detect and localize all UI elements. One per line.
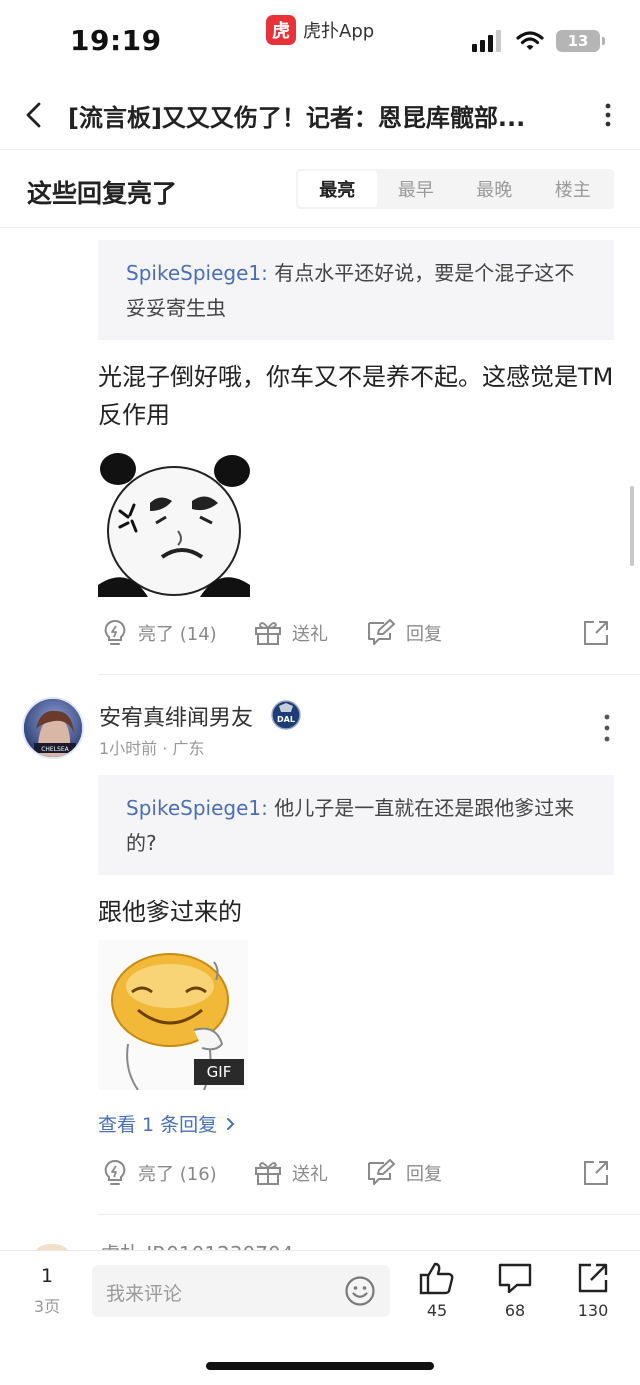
- view-replies-link[interactable]: 查看 1 条回复: [98, 1110, 239, 1137]
- gif-badge: GIF: [194, 1059, 244, 1085]
- title-bar: [流言板]又又又伤了！记者：恩昆库髋部...: [0, 80, 640, 150]
- comments-button[interactable]: 68: [485, 1261, 545, 1320]
- comment-actions: 亮了 (16) 送礼 回复: [98, 1153, 618, 1193]
- comment-username[interactable]: 安宥真绯闻男友: [99, 700, 253, 732]
- comment-bubble-icon: [498, 1263, 532, 1294]
- status-icons: 13: [472, 30, 605, 52]
- quoted-username[interactable]: SpikeSpiege1:: [126, 261, 268, 285]
- chevron-right-icon: [227, 1117, 235, 1130]
- comment-input[interactable]: 我来评论: [92, 1265, 390, 1317]
- status-bar: 19:19 虎 虎扑App 13: [0, 0, 640, 80]
- status-time: 19:19: [70, 24, 162, 57]
- gif-sticker[interactable]: GIF: [98, 940, 248, 1091]
- more-options-icon[interactable]: [598, 98, 618, 132]
- quoted-reply[interactable]: SpikeSpiege1: 有点水平还好说，要是个混子这不妥妥寄生虫: [98, 240, 614, 340]
- wifi-icon: [516, 31, 544, 50]
- gift-label: 送礼: [292, 1164, 328, 1185]
- like-button[interactable]: 亮了 (14): [102, 613, 217, 653]
- comment-more-icon[interactable]: [602, 712, 612, 744]
- gift-label: 送礼: [292, 624, 328, 645]
- comment-text: 光混子倒好哦，你车又不是养不起。这感觉是TM反作用: [98, 363, 614, 429]
- quoted-username[interactable]: SpikeSpiege1:: [126, 796, 268, 820]
- like-count: 45: [426, 1301, 448, 1320]
- avatar-image: CHELSEA: [24, 699, 82, 757]
- emoji-icon[interactable]: [344, 1275, 376, 1307]
- page-total: 3页: [33, 1297, 61, 1316]
- hupu-logo-icon: 虎: [266, 15, 296, 45]
- page-current: 1: [40, 1265, 54, 1287]
- tab-earliest[interactable]: 最早: [377, 171, 456, 207]
- tab-brightest[interactable]: 最亮: [298, 171, 377, 207]
- reply-edit-icon: [368, 1159, 395, 1185]
- panda-meme-image[interactable]: [98, 445, 250, 597]
- comment-divider: [98, 1214, 640, 1215]
- team-badge-text: DAL: [277, 715, 295, 724]
- app-name: 虎扑App: [303, 21, 375, 42]
- gift-icon: [255, 1162, 281, 1185]
- gift-icon: [255, 622, 281, 645]
- quoted-reply[interactable]: SpikeSpiege1: 他儿子是一直就在还是跟他爹过来的?: [98, 775, 614, 875]
- back-arrow-icon[interactable]: [18, 98, 52, 132]
- reply-edit-icon: [368, 619, 395, 645]
- comment-text: 跟他爹过来的: [98, 898, 242, 926]
- share-icon: [578, 1263, 608, 1293]
- view-replies-label: 查看 1 条回复: [98, 1114, 218, 1136]
- like-button[interactable]: 亮了 (16): [102, 1153, 217, 1193]
- comment-divider: [98, 674, 640, 675]
- thumbs-up-icon: [419, 1262, 454, 1295]
- avatar[interactable]: CHELSEA: [22, 697, 84, 759]
- section-title: 这些回复亮了: [27, 179, 178, 208]
- comment-meta: 1小时前 · 广东: [99, 739, 205, 758]
- page-indicator[interactable]: 1 3页: [22, 1265, 72, 1317]
- comment-actions: 亮了 (14) 送礼 回复: [98, 613, 618, 653]
- share-button[interactable]: 130: [563, 1261, 623, 1320]
- gift-button[interactable]: 送礼: [254, 613, 328, 653]
- like-label: 亮了 (16): [138, 1164, 217, 1185]
- avatar-caption: CHELSEA: [41, 746, 69, 753]
- reply-button[interactable]: 回复: [366, 613, 442, 653]
- home-indicator[interactable]: [206, 1362, 434, 1370]
- comment-placeholder: 我来评论: [106, 1283, 183, 1305]
- page-title: [流言板]又又又伤了！记者：恩昆库髋部...: [68, 104, 526, 132]
- scrollbar-thumb[interactable]: [630, 486, 634, 566]
- signal-icon: [472, 30, 501, 52]
- tab-latest[interactable]: 最晚: [455, 171, 534, 207]
- lightbulb-icon: [104, 619, 126, 645]
- reply-label: 回复: [406, 1164, 442, 1185]
- reply-button[interactable]: 回复: [366, 1153, 442, 1193]
- share-count: 130: [577, 1301, 609, 1320]
- section-header: 这些回复亮了 最亮 最早 最晚 楼主: [0, 150, 640, 228]
- tab-op-only[interactable]: 楼主: [534, 171, 613, 207]
- lightbulb-icon: [104, 1159, 126, 1185]
- thumbs-up-button[interactable]: 45: [407, 1261, 467, 1320]
- share-icon[interactable]: [582, 619, 610, 647]
- reply-label: 回复: [406, 624, 442, 645]
- sort-tabs: 最亮 最早 最晚 楼主: [296, 169, 614, 209]
- battery-indicator: 13: [556, 30, 605, 52]
- app-indicator: 虎 虎扑App: [266, 14, 374, 46]
- team-badge-icon: DAL: [271, 700, 301, 730]
- share-icon[interactable]: [582, 1159, 610, 1187]
- gift-button[interactable]: 送礼: [254, 1153, 328, 1193]
- comment-count: 68: [504, 1301, 526, 1320]
- like-label: 亮了 (14): [138, 624, 217, 645]
